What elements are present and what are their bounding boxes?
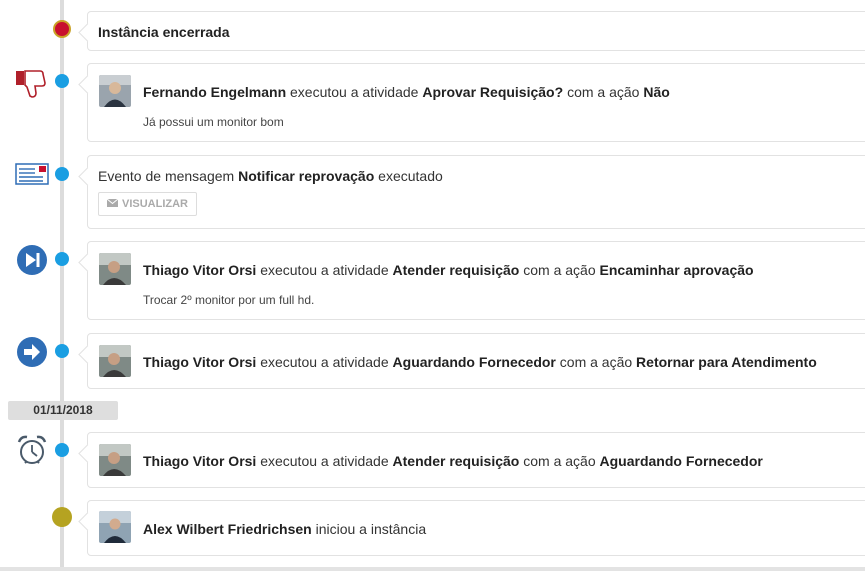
timeline-event-card: Evento de mensagem Notificar reprovação … [87,155,865,229]
event-comment: Já possui um monitor bom [143,115,284,129]
verb-text: executou a atividade [260,354,389,370]
arrow-right-circle-icon [16,336,48,373]
event-title: Instância encerrada [98,24,230,40]
skip-forward-icon [16,244,48,281]
with-action-text: com a ação [567,84,640,100]
alarm-clock-icon [16,434,48,471]
timeline-event-card: Fernando Engelmann executou a atividade … [87,63,865,142]
timeline-event-card: Instância encerrada [87,11,865,51]
start-event-dot [52,507,72,527]
activity-name: Aprovar Requisição? [422,84,564,100]
event-dot [55,252,69,266]
envelope-icon [106,192,119,216]
timeline-event-card: Thiago Vitor Orsi executou a atividade A… [87,432,865,488]
message-event-prefix: Evento de mensagem [98,168,235,184]
action-name: Aguardando Fornecedor [599,453,763,469]
user-name: Thiago Vitor Orsi [143,262,257,278]
message-event-suffix: executado [378,168,443,184]
avatar [99,253,131,285]
timeline-event-card: Thiago Vitor Orsi executou a atividade A… [87,241,865,320]
bottom-divider [0,567,865,571]
activity-name: Atender requisição [392,453,520,469]
view-message-button[interactable]: VISUALIZAR [98,192,197,216]
with-action-text: com a ação [559,354,633,370]
end-event-dot [53,20,71,38]
event-comment: Trocar 2º monitor por um full hd. [143,293,315,307]
avatar [99,75,131,107]
user-name: Alex Wilbert Friedrichsen [143,521,312,537]
avatar [99,444,131,476]
activity-name: Atender requisição [392,262,520,278]
event-dot [55,443,69,457]
action-name: Encaminhar aprovação [599,262,754,278]
event-dot [55,74,69,88]
envelope-letter-icon [15,163,49,190]
date-badge: 01/11/2018 [8,401,118,420]
verb-text: executou a atividade [290,84,419,100]
verb-text: executou a atividade [260,262,389,278]
timeline-event-card: Alex Wilbert Friedrichsen iniciou a inst… [87,500,865,556]
verb-text: iniciou a instância [315,521,427,537]
user-name: Fernando Engelmann [143,84,287,100]
thumbs-down-icon [14,69,48,104]
with-action-text: com a ação [523,453,596,469]
action-name: Retornar para Atendimento [636,354,817,370]
message-event-name: Notificar reprovação [238,168,375,184]
avatar [99,345,131,377]
user-name: Thiago Vitor Orsi [143,453,257,469]
avatar [99,511,131,543]
timeline-event-card: Thiago Vitor Orsi executou a atividade A… [87,333,865,389]
activity-name: Aguardando Fornecedor [392,354,556,370]
event-dot [55,167,69,181]
event-dot [55,344,69,358]
with-action-text: com a ação [523,262,596,278]
user-name: Thiago Vitor Orsi [143,354,257,370]
view-message-button-label: VISUALIZAR [122,198,188,210]
action-name: Não [643,84,670,100]
verb-text: executou a atividade [260,453,389,469]
